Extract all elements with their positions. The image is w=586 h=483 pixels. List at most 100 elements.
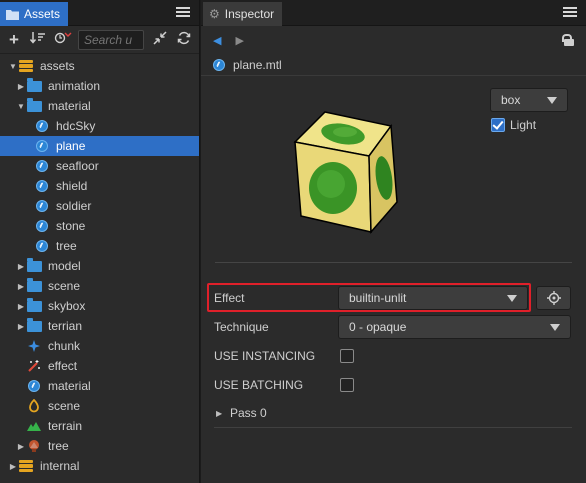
effect-select[interactable]: builtin-unlit xyxy=(338,286,528,310)
tree-item-tree-material[interactable]: tree xyxy=(0,236,199,256)
inspector-tab-bar: ⚙ Inspector xyxy=(201,0,586,26)
tree-item-model[interactable]: ▶ model xyxy=(0,256,199,276)
tree-item-label: animation xyxy=(48,79,101,93)
material-icon xyxy=(26,379,42,393)
lock-icon[interactable] xyxy=(562,34,574,46)
inspector-nav: ◀ ▶ xyxy=(201,26,586,54)
material-icon xyxy=(34,159,50,173)
material-icon xyxy=(211,58,227,72)
collapsed-arrow-icon[interactable]: ▶ xyxy=(16,282,26,291)
use-instancing-checkbox[interactable] xyxy=(340,349,354,363)
tree-item-animation[interactable]: ▶ animation xyxy=(0,76,199,96)
tree-item-label: shield xyxy=(56,179,88,193)
forward-arrow-icon[interactable]: ▶ xyxy=(235,34,243,47)
tree-item-terrain[interactable]: terrain xyxy=(0,416,199,436)
inspector-tab[interactable]: ⚙ Inspector xyxy=(203,2,283,26)
inspector-menu-icon[interactable] xyxy=(563,5,577,19)
tree-item-effect[interactable]: effect xyxy=(0,356,199,376)
collapsed-arrow-icon[interactable]: ▶ xyxy=(8,462,18,471)
folder-icon xyxy=(26,317,42,333)
tree-item-skybox[interactable]: ▶ skybox xyxy=(0,296,199,316)
light-toggle[interactable]: Light xyxy=(491,118,536,132)
tree-item-shield[interactable]: shield xyxy=(0,176,199,196)
scene-icon xyxy=(26,399,42,413)
gear-icon: ⚙ xyxy=(209,7,220,21)
collapsed-arrow-icon[interactable]: ▶ xyxy=(16,262,26,271)
collapsed-arrow-icon[interactable]: ▶ xyxy=(16,82,26,91)
cube-preview-image xyxy=(293,111,398,234)
tree-item-label: terrain xyxy=(48,419,83,433)
chevron-down-icon xyxy=(507,294,517,302)
folder-icon xyxy=(26,277,42,293)
assets-tab-bar: Assets xyxy=(0,0,199,26)
target-icon xyxy=(546,291,561,305)
technique-select[interactable]: 0 - opaque xyxy=(338,315,571,339)
database-icon xyxy=(18,459,34,473)
use-batching-checkbox[interactable] xyxy=(340,378,354,392)
tree-item-terrian[interactable]: ▶ terrian xyxy=(0,316,199,336)
pass-0-row[interactable]: ▶ Pass 0 xyxy=(214,399,572,428)
mesh-select[interactable]: box xyxy=(490,88,568,112)
effect-icon xyxy=(26,359,42,373)
effect-value: builtin-unlit xyxy=(349,291,407,305)
assets-panel: Assets + ▼ assets ▶ animation xyxy=(0,0,200,483)
technique-value: 0 - opaque xyxy=(349,320,407,334)
tree-item-assets[interactable]: ▼ assets xyxy=(0,56,199,76)
chevron-down-icon xyxy=(547,96,557,104)
tree-item-scene-file[interactable]: scene xyxy=(0,396,199,416)
collapsed-arrow-icon[interactable]: ▶ xyxy=(216,409,222,418)
tree-item-label: soldier xyxy=(56,199,92,213)
folder-icon xyxy=(26,77,42,93)
tree-item-scene-folder[interactable]: ▶ scene xyxy=(0,276,199,296)
mesh-select-value: box xyxy=(501,93,521,107)
locate-effect-button[interactable] xyxy=(536,286,571,310)
collapsed-arrow-icon[interactable]: ▶ xyxy=(16,322,26,331)
tree-item-label: scene xyxy=(48,399,81,413)
collapse-all-icon[interactable] xyxy=(152,31,168,48)
tree-item-label: stone xyxy=(56,219,86,233)
material-icon xyxy=(34,199,50,213)
add-icon[interactable]: + xyxy=(6,31,22,48)
sort-icon[interactable] xyxy=(29,31,46,48)
tree-item-soldier[interactable]: soldier xyxy=(0,196,199,216)
assets-search-input[interactable] xyxy=(78,29,144,50)
folder-icon xyxy=(26,297,42,313)
folder-open-icon xyxy=(26,97,42,113)
tree-item-label: tree xyxy=(56,239,77,253)
expanded-arrow-icon[interactable]: ▼ xyxy=(16,102,26,111)
material-icon xyxy=(34,119,50,133)
tree-item-label: hdcSky xyxy=(56,119,96,133)
tree-item-seafloor[interactable]: seafloor xyxy=(0,156,199,176)
tree-item-material-file[interactable]: material xyxy=(0,376,199,396)
collapsed-arrow-icon[interactable]: ▶ xyxy=(16,302,26,311)
tree-item-plane[interactable]: plane xyxy=(0,136,199,156)
tree-item-chunk[interactable]: chunk xyxy=(0,336,199,356)
expanded-arrow-icon[interactable]: ▼ xyxy=(8,62,18,71)
tree-item-hdcsky[interactable]: hdcSky xyxy=(0,116,199,136)
tree-item-internal[interactable]: ▶ internal xyxy=(0,456,199,476)
technique-label: Technique xyxy=(214,319,269,334)
prefab-icon xyxy=(26,439,42,453)
filter-type-icon[interactable] xyxy=(54,31,72,48)
tree-item-material-folder[interactable]: ▼ material xyxy=(0,96,199,116)
terrain-icon xyxy=(26,419,42,433)
file-header: plane.mtl xyxy=(201,54,586,76)
material-preview: box Light xyxy=(215,80,572,263)
tree-item-label: assets xyxy=(40,59,75,73)
tree-item-label: skybox xyxy=(48,299,86,313)
tree-item-label: material xyxy=(48,379,91,393)
pass-0-label: Pass 0 xyxy=(230,406,267,420)
folder-icon xyxy=(6,9,19,20)
refresh-icon[interactable] xyxy=(176,31,192,48)
tree-item-label: material xyxy=(48,99,91,113)
material-icon xyxy=(34,219,50,233)
file-name: plane.mtl xyxy=(233,57,282,72)
assets-menu-icon[interactable] xyxy=(176,5,190,19)
tree-item-tree-prefab[interactable]: ▶ tree xyxy=(0,436,199,456)
assets-tab[interactable]: Assets xyxy=(0,2,69,26)
light-checkbox[interactable] xyxy=(491,118,505,132)
back-arrow-icon[interactable]: ◀ xyxy=(213,34,221,47)
folder-icon xyxy=(26,257,42,273)
tree-item-stone[interactable]: stone xyxy=(0,216,199,236)
collapsed-arrow-icon[interactable]: ▶ xyxy=(16,442,26,451)
